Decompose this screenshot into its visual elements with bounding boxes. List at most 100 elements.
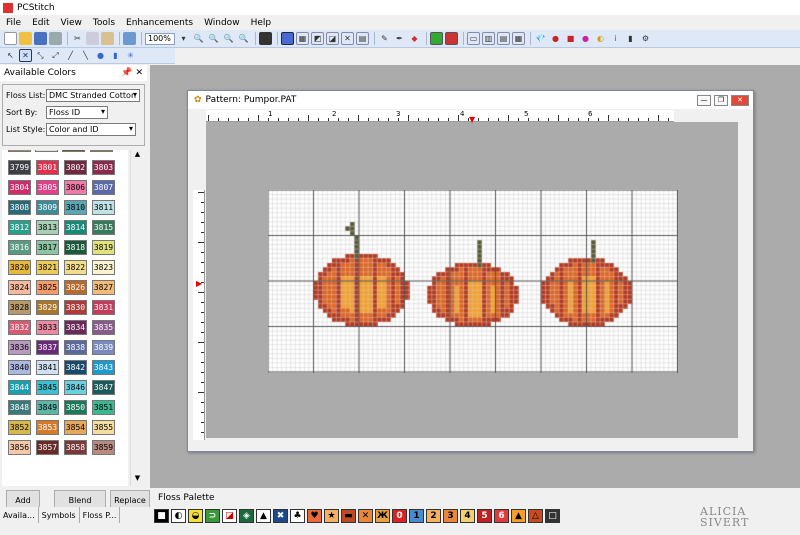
line-tool-icon[interactable]: ╲	[79, 49, 92, 62]
zoom-fit-icon[interactable]: 🔍	[222, 32, 235, 45]
pattern-canvas[interactable]	[268, 190, 678, 373]
palette-symbol[interactable]: ◪	[222, 509, 237, 523]
minimize-icon[interactable]: —	[697, 94, 711, 106]
grid-icon[interactable]: ▦	[296, 32, 309, 45]
swatch-3813[interactable]: 3813	[36, 220, 59, 235]
swatch-3832[interactable]: 3832	[8, 320, 31, 335]
menu-edit[interactable]: Edit	[32, 18, 49, 28]
zoom-in-icon[interactable]: 🔍	[192, 32, 205, 45]
eraser-icon[interactable]: ◆	[408, 32, 421, 45]
swatch-3819[interactable]: 3819	[92, 240, 115, 255]
palette-symbol[interactable]: ✖	[273, 509, 288, 523]
restore-icon[interactable]: ❐	[714, 94, 728, 106]
palette-number-2[interactable]: 2	[426, 509, 441, 523]
swatch-3847[interactable]: 3847	[92, 380, 115, 395]
swatch-3809[interactable]: 3809	[36, 200, 59, 215]
backstitch-tool-icon[interactable]: ╱	[64, 49, 77, 62]
swatch-3829[interactable]: 3829	[36, 300, 59, 315]
palette-symbol[interactable]: △	[528, 509, 543, 523]
swatch-3844[interactable]: 3844	[8, 380, 31, 395]
swatch-3807[interactable]: 3807	[92, 180, 115, 195]
swatch-3802[interactable]: 3802	[64, 160, 87, 175]
swatch-3810[interactable]: 3810	[64, 200, 87, 215]
layout-icon[interactable]: ▦	[512, 32, 525, 45]
fill-icon[interactable]	[430, 32, 443, 45]
open-icon[interactable]	[19, 32, 32, 45]
palette-number-1[interactable]: 1	[409, 509, 424, 523]
swatch-3816[interactable]: 3816	[8, 240, 31, 255]
tab-available[interactable]: Availa...	[0, 507, 39, 523]
swatch-3826[interactable]: 3826	[64, 280, 87, 295]
menu-help[interactable]: Help	[251, 18, 272, 28]
swatch-partial[interactable]	[90, 150, 113, 152]
close-icon[interactable]: ✕	[135, 68, 143, 78]
swatch-3827[interactable]: 3827	[92, 280, 115, 295]
pattern-grid[interactable]	[268, 190, 678, 373]
cut-icon[interactable]: ✂	[71, 32, 84, 45]
menu-window[interactable]: Window	[204, 18, 240, 28]
swatch-3848[interactable]: 3848	[8, 400, 31, 415]
half-tool-icon[interactable]: ⤡	[34, 49, 47, 62]
vertical-scrollbar[interactable]: ▲ ▼	[130, 150, 144, 486]
palette-symbol[interactable]: ♣	[290, 509, 305, 523]
swatch-3853[interactable]: 3853	[36, 420, 59, 435]
tab-symbols[interactable]: Symbols	[39, 507, 80, 523]
thread-icon[interactable]: ■	[564, 32, 577, 45]
swatch-3824[interactable]: 3824	[8, 280, 31, 295]
menu-enhancements[interactable]: Enhancements	[126, 18, 193, 28]
diamond-icon[interactable]: 💎	[534, 32, 547, 45]
palette-symbol[interactable]: ◒	[188, 509, 203, 523]
palette-symbol[interactable]: ▲	[511, 509, 526, 523]
swatch-3812[interactable]: 3812	[8, 220, 31, 235]
swatch-3843[interactable]: 3843	[92, 360, 115, 375]
paste-icon[interactable]	[101, 32, 114, 45]
lazy-daisy-icon[interactable]: ✳	[124, 49, 137, 62]
swatch-3799[interactable]: 3799	[8, 160, 31, 175]
palette-number-3[interactable]: 3	[443, 509, 458, 523]
swatch-3818[interactable]: 3818	[64, 240, 87, 255]
tab-floss-palette[interactable]: Floss P...	[80, 507, 121, 523]
chevron-down-icon[interactable]: ▾	[177, 32, 190, 45]
swatch-3821[interactable]: 3821	[36, 260, 59, 275]
info-icon[interactable]: i	[609, 32, 622, 45]
swatch-3833[interactable]: 3833	[36, 320, 59, 335]
swatch-3838[interactable]: 3838	[64, 340, 87, 355]
swatch-3849[interactable]: 3849	[36, 400, 59, 415]
floss-icon[interactable]: ●	[549, 32, 562, 45]
swatch-3834[interactable]: 3834	[64, 320, 87, 335]
swatch-3856[interactable]: 3856	[8, 440, 31, 455]
eyedropper-icon[interactable]: ✒	[393, 32, 406, 45]
swatch-3830[interactable]: 3830	[64, 300, 87, 315]
swatch-3858[interactable]: 3858	[64, 440, 87, 455]
needle-icon[interactable]: ✎	[378, 32, 391, 45]
swatch-3841[interactable]: 3841	[36, 360, 59, 375]
palette-symbol[interactable]: ◈	[239, 509, 254, 523]
view-icon[interactable]: ▭	[467, 32, 480, 45]
pattern-hscrollbar[interactable]	[206, 438, 739, 450]
swatch-partial[interactable]	[8, 150, 31, 152]
swatch-3835[interactable]: 3835	[92, 320, 115, 335]
palette-symbol[interactable]: ⊃	[205, 509, 220, 523]
swatch-3846[interactable]: 3846	[64, 380, 87, 395]
full-stitch-icon[interactable]	[281, 32, 294, 45]
settings-icon[interactable]: ⚙	[639, 32, 652, 45]
swatch-3801[interactable]: 3801	[36, 160, 59, 175]
pin-icon[interactable]: 📌	[121, 68, 132, 78]
bead-icon[interactable]: ●	[579, 32, 592, 45]
palette-symbol[interactable]: Ж	[375, 509, 390, 523]
palette-symbol[interactable]: ◐	[171, 509, 186, 523]
pattern-vscrollbar[interactable]	[739, 122, 751, 438]
stitch-tool-icon[interactable]: ✕	[19, 49, 32, 62]
swatch-3855[interactable]: 3855	[92, 420, 115, 435]
zoom-out-icon[interactable]: 🔍	[207, 32, 220, 45]
swatch-3817[interactable]: 3817	[36, 240, 59, 255]
palette-number-0[interactable]: 0	[392, 509, 407, 523]
knot-tool-icon[interactable]: ●	[94, 49, 107, 62]
swatch-3852[interactable]: 3852	[8, 420, 31, 435]
palette-number-5[interactable]: 5	[477, 509, 492, 523]
swatch-3839[interactable]: 3839	[92, 340, 115, 355]
swatch-3822[interactable]: 3822	[64, 260, 87, 275]
zoom-select[interactable]: 100%	[145, 32, 175, 45]
palette-number-6[interactable]: 6	[494, 509, 509, 523]
swatch-3820[interactable]: 3820	[8, 260, 31, 275]
